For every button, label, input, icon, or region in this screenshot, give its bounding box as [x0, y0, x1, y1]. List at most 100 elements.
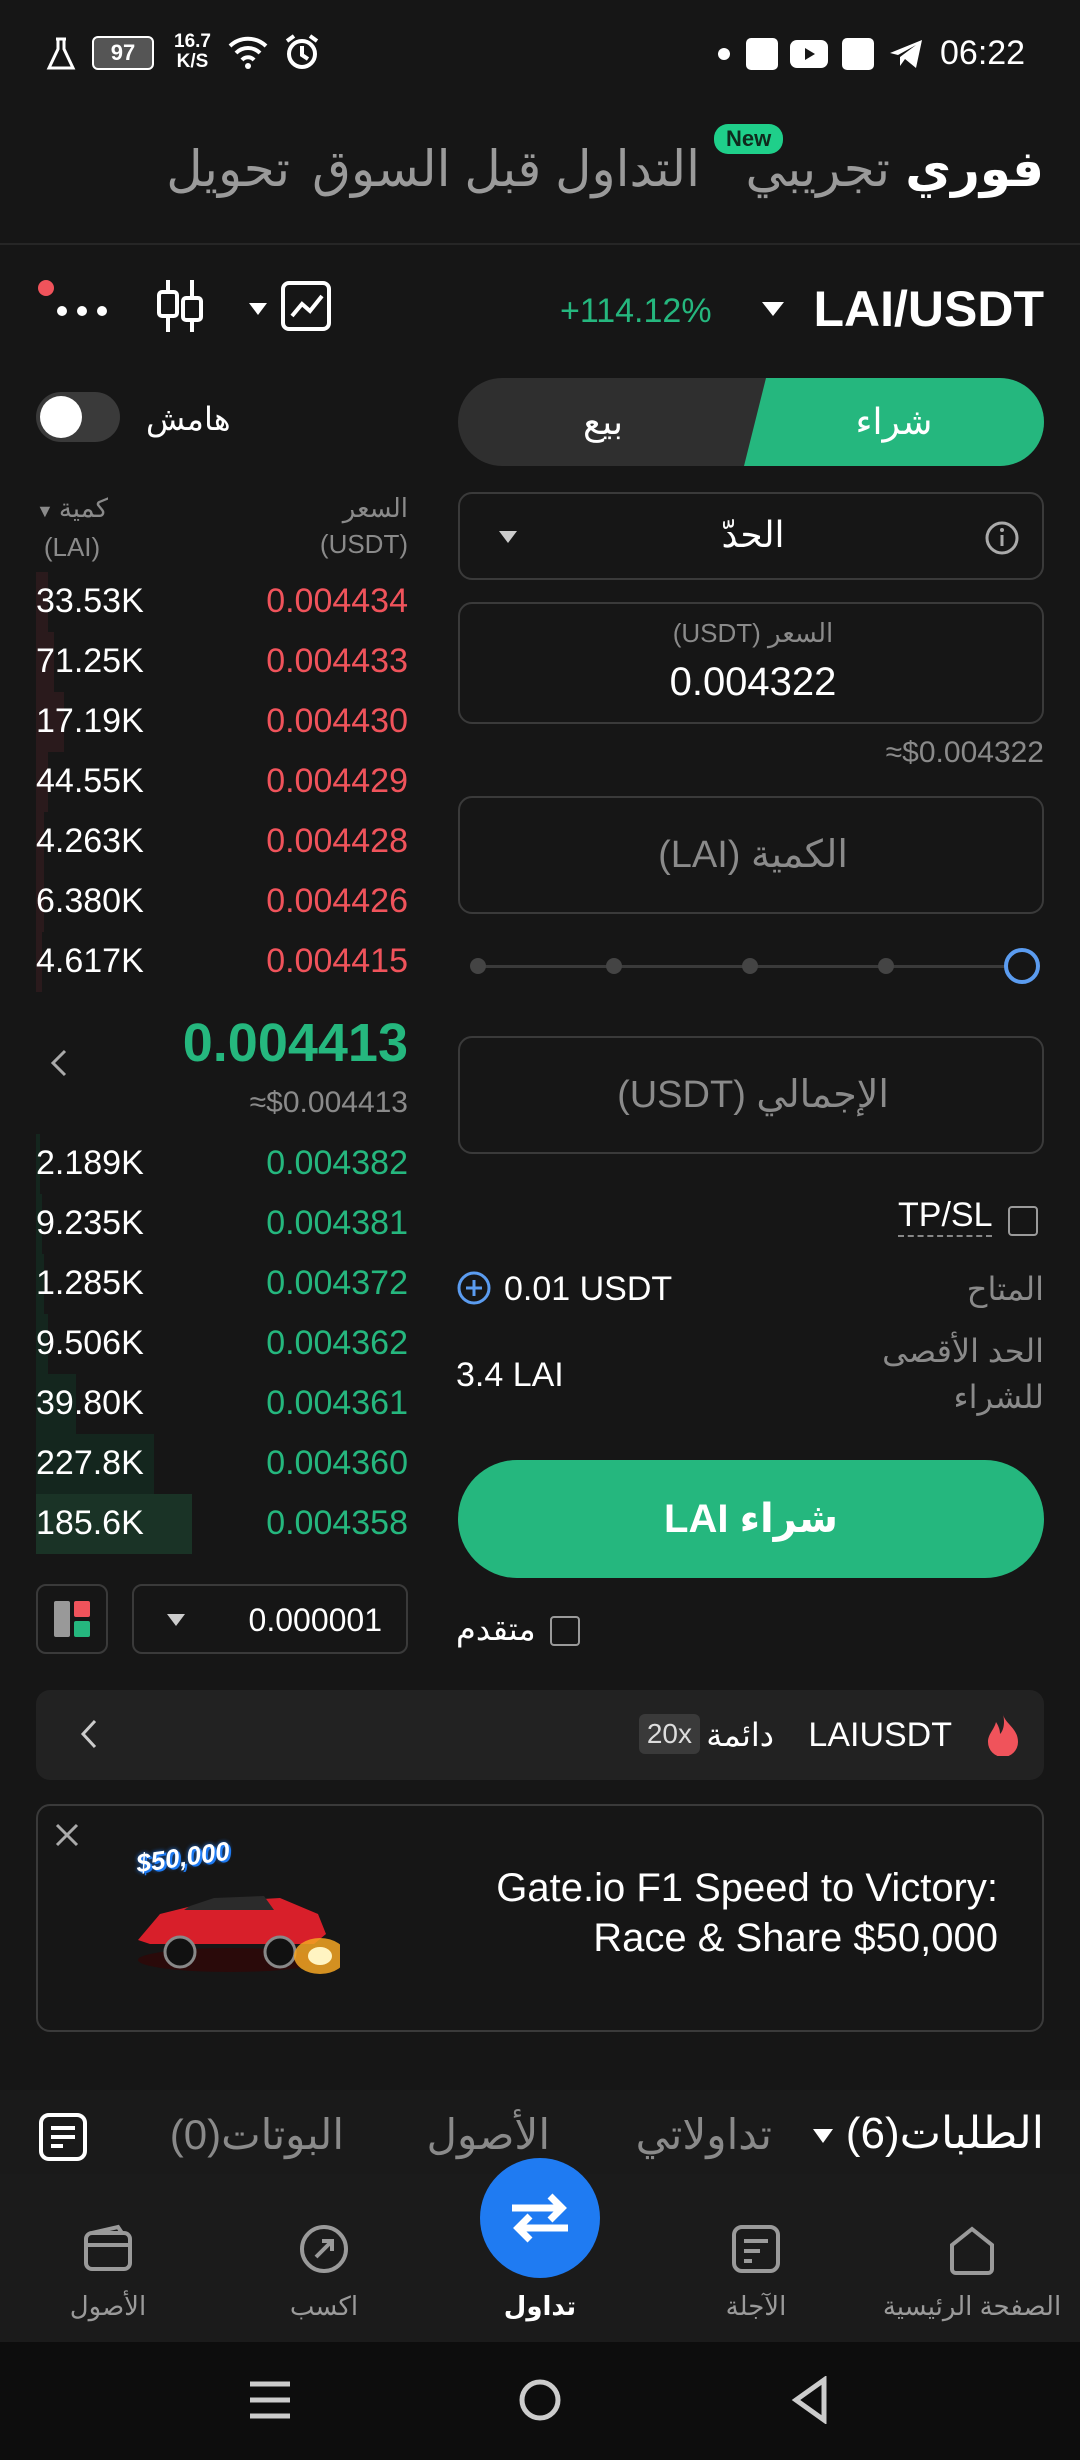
available-value: 0.01 USDT — [504, 1270, 673, 1308]
advanced-checkbox[interactable] — [550, 1616, 580, 1646]
promo-card[interactable]: $50,000 Gate.io F1 Speed to Victory: Rac… — [36, 1804, 1044, 2032]
promo-title-line1: Gate.io F1 Speed to Victory: — [496, 1866, 998, 1910]
price-usd-equiv: ≈$0.004322 — [885, 736, 1044, 769]
pair-name[interactable]: LAI/USDT — [813, 280, 1044, 338]
nav-trade[interactable]: تداول — [432, 2158, 648, 2342]
sell-tab[interactable]: بيع — [458, 378, 748, 466]
swap-arrows-icon — [512, 2193, 568, 2243]
slider-step-0[interactable] — [470, 958, 486, 974]
ask-row[interactable]: 6.380K 0.004426 — [36, 872, 408, 932]
tab-premarket[interactable]: التداول قبل السوق — [312, 140, 700, 198]
net-speed: 16.7 K/S — [174, 31, 211, 72]
chevron-left-icon — [80, 1718, 98, 1755]
tab-assets[interactable]: الأصول — [427, 2110, 551, 2159]
max-buy-value: 3.4 LAI — [456, 1356, 564, 1394]
tpsl-label[interactable]: TP/SL — [898, 1196, 993, 1237]
ask-qty: 71.25K — [36, 642, 144, 680]
amount-input[interactable]: الكمية (LAI) — [458, 796, 1044, 914]
notification-dot-icon — [718, 48, 730, 60]
bid-row[interactable]: 2.189K 0.004382 — [36, 1134, 408, 1194]
bid-price: 0.004358 — [266, 1504, 408, 1542]
back-icon[interactable] — [790, 2375, 830, 2429]
nav-earn-label: اكسب — [289, 2291, 359, 2321]
slider-step-50[interactable] — [742, 958, 758, 974]
tab-spot[interactable]: فوري — [905, 140, 1044, 198]
candlestick-icon[interactable] — [154, 278, 206, 339]
nav-futures-label: الآجلة — [725, 2291, 787, 2321]
tab-convert[interactable]: تحويل — [166, 140, 290, 198]
chevron-left-icon[interactable] — [50, 1048, 68, 1083]
youtube-icon — [790, 40, 828, 73]
bid-price: 0.004361 — [266, 1384, 408, 1422]
alarm-icon — [282, 32, 322, 77]
slider-step-75[interactable] — [878, 958, 894, 974]
pair-change: +114.12% — [560, 292, 712, 330]
bid-row[interactable]: 227.8K 0.004360 — [36, 1434, 408, 1494]
order-type-select[interactable]: الحدّ — [458, 492, 1044, 580]
chart-dropdown-icon[interactable] — [248, 302, 268, 321]
bid-qty: 9.506K — [36, 1324, 144, 1362]
ask-price: 0.004434 — [266, 582, 408, 620]
ask-row[interactable]: 33.53K 0.004434 — [36, 572, 408, 632]
advanced-label[interactable]: متقدم — [456, 1610, 536, 1648]
ask-row[interactable]: 17.19K 0.004430 — [36, 692, 408, 752]
recent-apps-icon[interactable] — [248, 2380, 292, 2425]
ask-row[interactable]: 4.617K 0.004415 — [36, 932, 408, 992]
ask-row[interactable]: 44.55K 0.004429 — [36, 752, 408, 812]
bottom-nav: الصفحة الرئيسية الآجلة تداول اكسب الأصول — [0, 2158, 1080, 2342]
price-input-value: 0.004322 — [669, 660, 837, 704]
amount-placeholder: الكمية (LAI) — [658, 834, 848, 876]
nav-assets[interactable]: الأصول — [0, 2174, 216, 2342]
nav-assets-label: الأصول — [69, 2291, 147, 2321]
more-options-icon[interactable] — [56, 304, 108, 322]
tpsl-checkbox[interactable] — [1008, 1206, 1038, 1236]
ask-price: 0.004430 — [266, 702, 408, 740]
bid-qty: 9.235K — [36, 1204, 144, 1242]
deposit-plus-icon[interactable] — [456, 1270, 492, 1311]
slider-step-25[interactable] — [606, 958, 622, 974]
close-icon[interactable] — [54, 1822, 80, 1853]
fire-icon — [986, 1712, 1020, 1761]
bid-row[interactable]: 185.6K 0.004358 — [36, 1494, 408, 1554]
tab-trades[interactable]: تداولاتي — [636, 2110, 772, 2159]
home-icon — [950, 2226, 994, 2275]
chart-icon[interactable] — [280, 280, 332, 337]
bid-price: 0.004362 — [266, 1324, 408, 1362]
sort-arrow-icon: ▼ — [36, 501, 59, 521]
bid-row[interactable]: 9.506K 0.004362 — [36, 1314, 408, 1374]
bid-row[interactable]: 9.235K 0.004381 — [36, 1194, 408, 1254]
home-system-icon[interactable] — [518, 2378, 562, 2427]
precision-select[interactable]: 0.000001 — [132, 1584, 408, 1654]
battery-level: 97 — [110, 40, 136, 65]
ask-price: 0.004426 — [266, 882, 408, 920]
pair-dropdown-icon[interactable] — [760, 300, 786, 323]
notification-dot — [38, 280, 54, 296]
margin-toggle[interactable] — [36, 392, 120, 442]
order-list-icon[interactable] — [38, 2112, 88, 2167]
price-input[interactable]: السعر (USDT) 0.004322 — [458, 602, 1044, 724]
wifi-icon — [226, 34, 270, 75]
nav-earn[interactable]: اكسب — [216, 2174, 432, 2342]
tab-bots[interactable]: البوتات(0) — [170, 2110, 344, 2159]
bid-qty: 227.8K — [36, 1444, 144, 1482]
nav-home[interactable]: الصفحة الرئيسية — [864, 2174, 1080, 2342]
buy-tab[interactable]: شراء — [744, 378, 1044, 466]
bid-row[interactable]: 39.80K 0.004361 — [36, 1374, 408, 1434]
bid-row[interactable]: 1.285K 0.004372 — [36, 1254, 408, 1314]
ask-row[interactable]: 4.263K 0.004428 — [36, 812, 408, 872]
ask-row[interactable]: 71.25K 0.004433 — [36, 632, 408, 692]
orderbook-qty-header[interactable]: ▼ كمية (LAI) — [36, 490, 108, 565]
total-input[interactable]: الإجمالي (USDT) — [458, 1036, 1044, 1154]
slider-handle[interactable] — [1004, 948, 1040, 984]
perpetual-banner[interactable]: LAIUSDT دائمة 20x — [36, 1690, 1044, 1780]
buy-submit-button[interactable]: شراء LAI — [458, 1460, 1044, 1578]
orderbook-layout-button[interactable] — [36, 1584, 108, 1654]
nav-futures[interactable]: الآجلة — [648, 2174, 864, 2342]
tab-orders[interactable]: الطلبات(6) — [846, 2108, 1044, 2159]
promo-title-line2: Race & Share $50,000 — [593, 1916, 998, 1960]
last-price-usd: ≈$0.004413 — [249, 1086, 408, 1119]
tab-orders-dropdown-icon[interactable] — [812, 2128, 834, 2149]
status-time: 06:22 — [940, 34, 1026, 72]
info-icon[interactable] — [984, 520, 1020, 561]
perp-leverage-badge: 20x — [638, 1714, 700, 1754]
